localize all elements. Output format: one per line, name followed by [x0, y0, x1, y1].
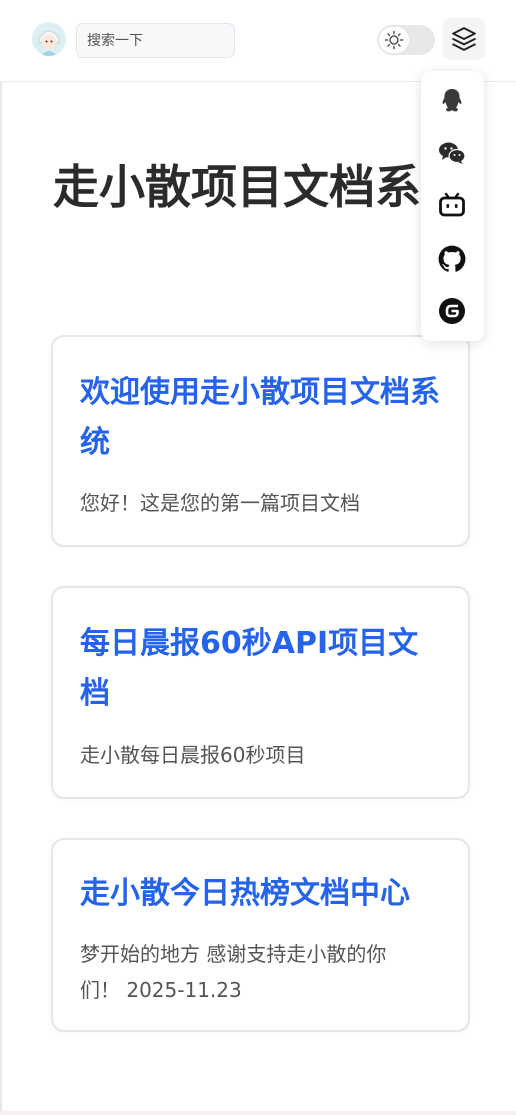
page-title: 走小散项目文档系统	[53, 160, 467, 214]
avatar-icon	[32, 22, 66, 56]
window-bottom-edge	[0, 1111, 516, 1115]
doc-card-desc: 梦开始的地方 感谢支持走小散的你们！ 2025-11.23	[80, 942, 387, 1002]
wechat-link[interactable]	[434, 135, 470, 171]
layers-menu-button[interactable]	[443, 18, 485, 60]
doc-card-title[interactable]: 走小散今日热榜文档中心	[80, 869, 445, 919]
doc-card[interactable]: 走小散今日热榜文档中心 梦开始的地方 感谢支持走小散的你们！ 2025-11.2…	[51, 838, 470, 1032]
top-navbar	[0, 0, 516, 82]
doc-card[interactable]: 每日晨报60秒API项目文档 走小散每日晨报60秒项目	[51, 586, 470, 799]
layers-icon	[452, 27, 476, 51]
bilibili-link[interactable]	[434, 187, 470, 223]
gitee-icon	[439, 298, 465, 324]
qq-link[interactable]	[434, 83, 470, 119]
theme-toggle[interactable]	[377, 25, 435, 55]
github-icon	[438, 245, 466, 272]
gitee-link[interactable]	[434, 293, 470, 329]
doc-card-desc: 您好！这是您的第一篇项目文档	[80, 491, 360, 515]
theme-knob[interactable]	[379, 27, 409, 53]
avatar[interactable]	[32, 22, 66, 56]
social-links-dropdown	[421, 71, 484, 341]
qq-icon	[442, 89, 462, 112]
doc-card-desc: 走小散每日晨报60秒项目	[80, 743, 306, 767]
sun-icon	[384, 30, 404, 50]
doc-card-title[interactable]: 欢迎使用走小散项目文档系统	[80, 368, 445, 468]
wechat-icon	[439, 142, 466, 164]
github-link[interactable]	[434, 241, 470, 277]
doc-card-title[interactable]: 每日晨报60秒API项目文档	[80, 619, 445, 719]
bilibili-icon	[439, 192, 465, 217]
search-input[interactable]	[76, 23, 235, 58]
doc-card[interactable]: 欢迎使用走小散项目文档系统 您好！这是您的第一篇项目文档	[51, 335, 470, 547]
window-border	[0, 0, 2, 1115]
